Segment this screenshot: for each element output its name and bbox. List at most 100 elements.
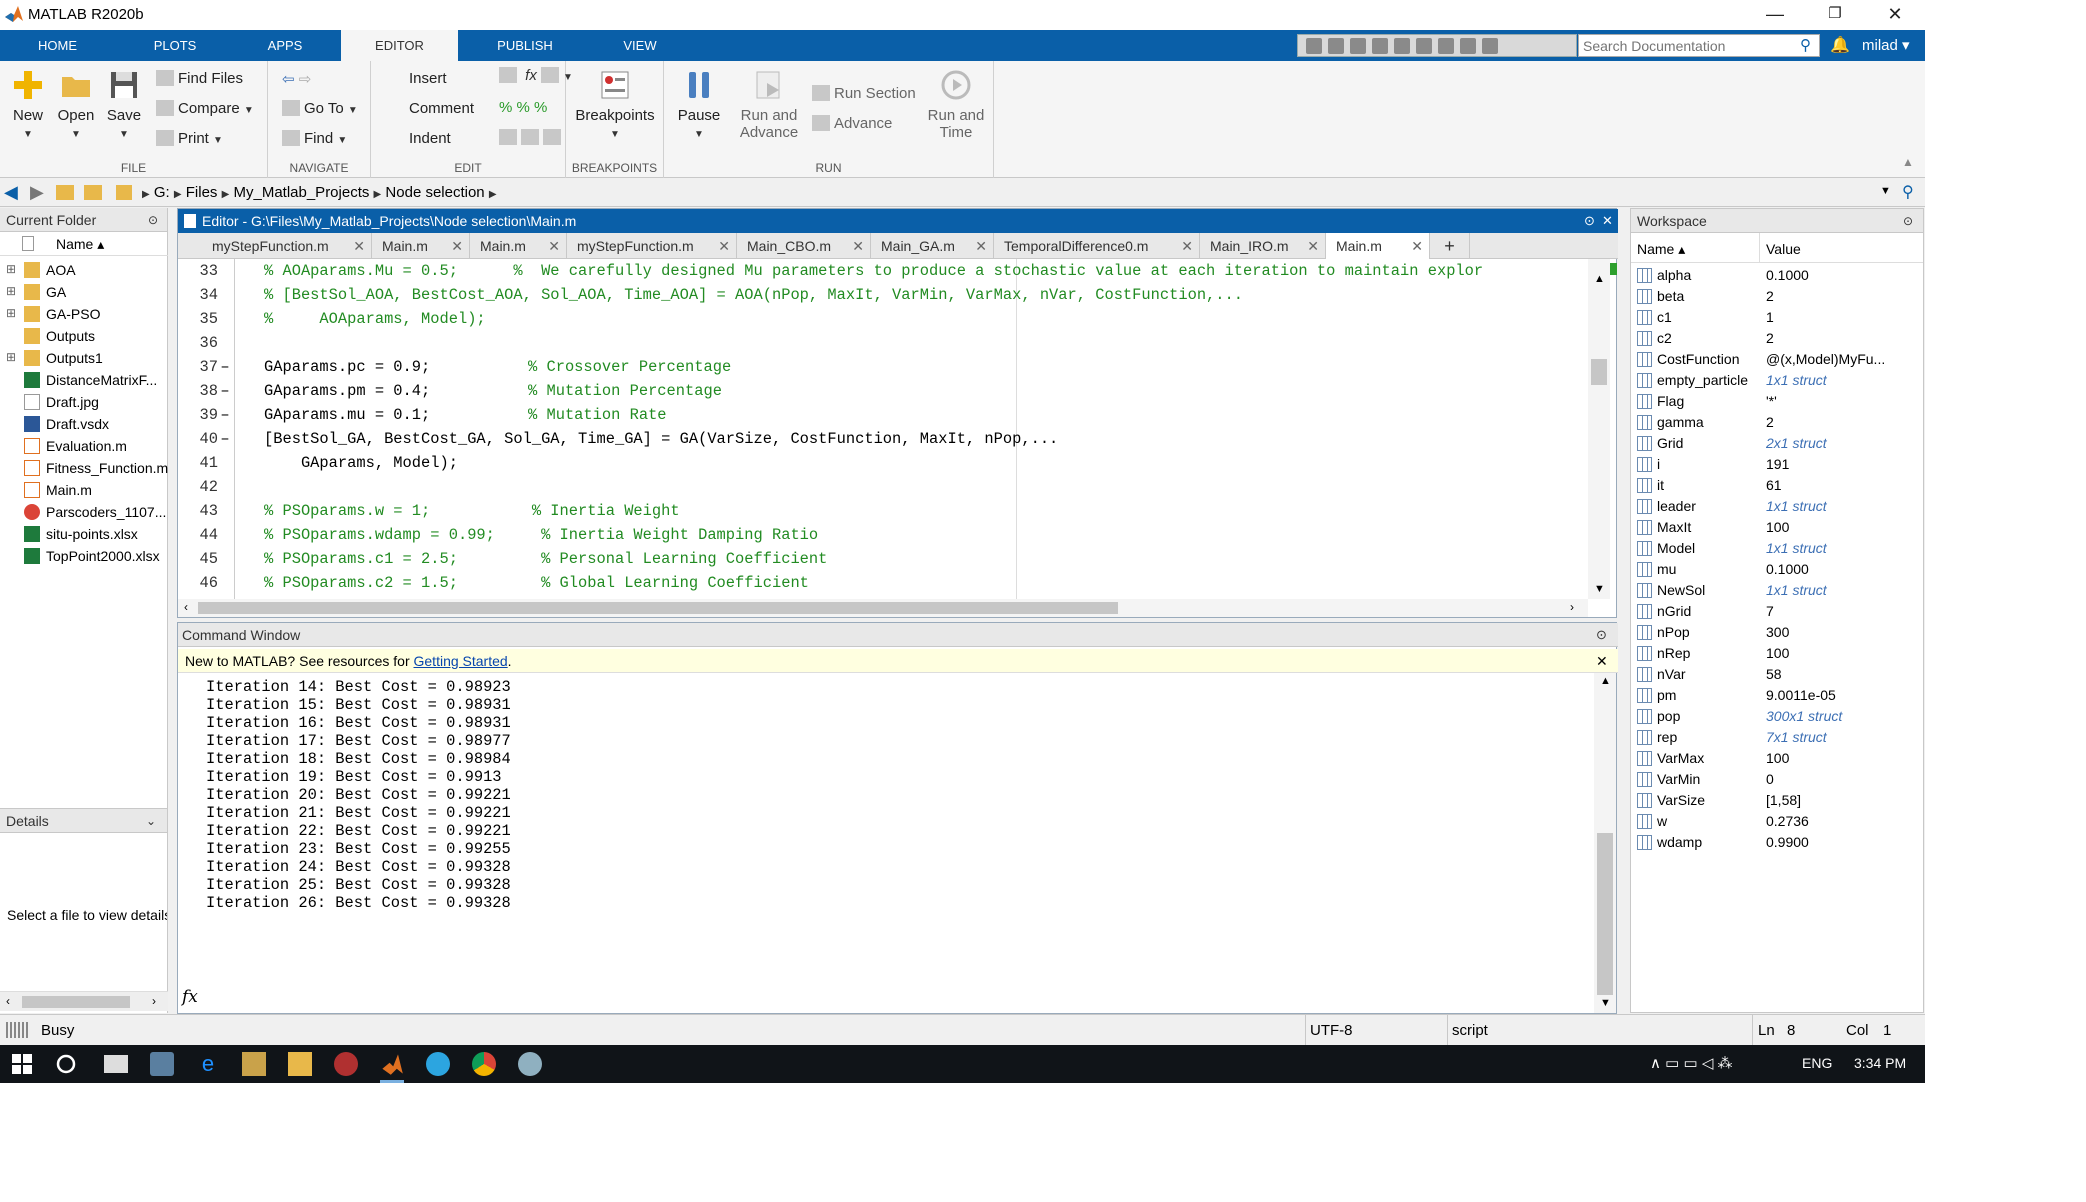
fx-icon[interactable]: fx bbox=[525, 67, 537, 84]
workspace-variable-row[interactable]: pm 9.0011e-05 bbox=[1631, 685, 1923, 706]
line-number[interactable]: 35 bbox=[178, 307, 218, 331]
collapse-ribbon-icon[interactable]: ▲ bbox=[1902, 155, 1914, 169]
expand-icon[interactable]: ⊞ bbox=[6, 262, 16, 276]
workspace-variable-row[interactable]: i 191 bbox=[1631, 454, 1923, 475]
restore-button[interactable]: ❐ bbox=[1805, 0, 1865, 30]
save-button[interactable]: Save ▼ bbox=[102, 69, 146, 141]
increase-indent-icon[interactable] bbox=[521, 129, 539, 145]
open-button[interactable]: Open ▼ bbox=[54, 69, 98, 141]
workspace-variable-row[interactable]: empty_particle 1x1 struct bbox=[1631, 370, 1923, 391]
crumb-drive[interactable]: G: bbox=[154, 184, 170, 201]
workspace-variable-row[interactable]: pop 300x1 struct bbox=[1631, 706, 1923, 727]
pause-button[interactable]: Pause ▼ bbox=[674, 69, 724, 141]
workspace-variable-row[interactable]: alpha 0.1000 bbox=[1631, 265, 1923, 286]
folder-hscrollbar[interactable]: ‹ › bbox=[0, 991, 168, 1011]
workspace-variable-row[interactable]: w 0.2736 bbox=[1631, 811, 1923, 832]
undo-icon[interactable] bbox=[1394, 37, 1410, 54]
indent-button[interactable]: Indent bbox=[409, 130, 451, 147]
close-button[interactable]: ✕ bbox=[1865, 0, 1925, 30]
close-tab-icon[interactable]: ✕ bbox=[1307, 233, 1319, 259]
name-column-header[interactable]: Name ▴ bbox=[1637, 241, 1685, 258]
code-line[interactable]: 38– GAparams.pm = 0.4; % Mutation Percenta… bbox=[178, 379, 1588, 403]
workspace-variable-row[interactable]: Model 1x1 struct bbox=[1631, 538, 1923, 559]
workspace-variable-row[interactable]: leader 1x1 struct bbox=[1631, 496, 1923, 517]
file-item[interactable]: Fitness_Function.m bbox=[24, 460, 168, 476]
app-icon[interactable] bbox=[242, 1052, 266, 1076]
editor-tab[interactable]: Main.m ✕ bbox=[470, 233, 567, 259]
file-item[interactable]: Draft.vsdx bbox=[24, 416, 109, 432]
app-icon[interactable] bbox=[150, 1052, 174, 1076]
wrap-comment-icon[interactable]: % bbox=[534, 99, 547, 116]
insert-function-icon[interactable] bbox=[541, 67, 560, 83]
line-number[interactable]: 40 bbox=[178, 427, 218, 451]
scroll-right-icon[interactable]: › bbox=[1570, 600, 1574, 614]
uncomment-icon[interactable]: % bbox=[517, 99, 530, 116]
code-line[interactable]: 34 % [BestSol_AOA, BestCost_AOA, Sol_AOA,… bbox=[178, 283, 1588, 307]
breakpoints-button[interactable]: Breakpoints ▼ bbox=[572, 69, 658, 141]
close-tab-icon[interactable]: ✕ bbox=[353, 233, 365, 259]
tab-publish[interactable]: PUBLISH bbox=[485, 30, 565, 61]
switch-windows-icon[interactable] bbox=[1438, 37, 1454, 54]
run-section-button[interactable]: Run Section bbox=[812, 85, 916, 102]
file-item[interactable]: Main.m bbox=[24, 482, 92, 498]
breakpoint-marker[interactable]: – bbox=[218, 427, 232, 451]
bell-icon[interactable]: 🔔 bbox=[1830, 35, 1850, 55]
code-line[interactable]: 35 % AOAparams, Model); bbox=[178, 307, 1588, 331]
crumb-files[interactable]: Files bbox=[186, 184, 218, 201]
tray-icons[interactable]: ∧ ▭ ▭ ◁ ⁂ bbox=[1650, 1054, 1733, 1072]
line-number[interactable]: 45 bbox=[178, 547, 218, 571]
line-number[interactable]: 33 bbox=[178, 259, 218, 283]
forward-arrow-icon[interactable]: ⇨ bbox=[299, 71, 312, 88]
editor-tab[interactable]: Main.m ✕ bbox=[372, 233, 470, 259]
scroll-left-icon[interactable]: ‹ bbox=[184, 600, 188, 614]
decrease-indent-icon[interactable] bbox=[543, 129, 561, 145]
workspace-variable-row[interactable]: nGrid 7 bbox=[1631, 601, 1923, 622]
folder-item[interactable]: GA-PSO bbox=[24, 306, 100, 322]
workspace-variable-row[interactable]: VarSize [1,58] bbox=[1631, 790, 1923, 811]
crumb-projects[interactable]: My_Matlab_Projects bbox=[233, 184, 369, 201]
editor-tab[interactable]: myStepFunction.m ✕ bbox=[567, 233, 737, 259]
address-search-icon[interactable]: ⚲ bbox=[1902, 182, 1914, 202]
editor-vscrollbar[interactable]: ▲ ▼ bbox=[1588, 259, 1610, 599]
edge-icon[interactable]: e bbox=[196, 1052, 220, 1076]
close-tab-icon[interactable]: ✕ bbox=[852, 233, 864, 259]
user-menu[interactable]: milad ▾ bbox=[1862, 36, 1910, 54]
comment-percent-icon[interactable]: % bbox=[499, 99, 512, 116]
scroll-thumb[interactable] bbox=[1597, 833, 1613, 995]
code-analyzer-ok-icon[interactable] bbox=[1610, 263, 1617, 275]
print-button[interactable]: Print ▼ bbox=[156, 130, 223, 147]
minimize-button[interactable]: — bbox=[1745, 0, 1805, 30]
breakpoint-marker[interactable]: – bbox=[218, 379, 232, 403]
editor-tab[interactable]: myStepFunction.m ✕ bbox=[202, 233, 372, 259]
scroll-thumb[interactable] bbox=[22, 996, 130, 1008]
editor-tab[interactable]: Main_IRO.m ✕ bbox=[1200, 233, 1326, 259]
comment-button[interactable]: Comment bbox=[409, 100, 474, 117]
workspace-variable-row[interactable]: nRep 100 bbox=[1631, 643, 1923, 664]
expand-icon[interactable]: ⊞ bbox=[6, 350, 16, 364]
workspace-variable-row[interactable]: it 61 bbox=[1631, 475, 1923, 496]
chevron-down-icon[interactable]: ⌄ bbox=[146, 809, 156, 833]
folder-item[interactable]: Outputs bbox=[24, 328, 95, 344]
community-icon[interactable] bbox=[1482, 37, 1498, 54]
file-explorer-icon[interactable] bbox=[288, 1052, 312, 1076]
editor-hscrollbar[interactable]: ‹ › bbox=[178, 599, 1588, 617]
line-number[interactable]: 44 bbox=[178, 523, 218, 547]
paste-icon[interactable] bbox=[1372, 37, 1388, 54]
cut-icon[interactable] bbox=[1328, 37, 1344, 54]
scroll-up-icon[interactable]: ▲ bbox=[1600, 675, 1611, 687]
folder-item[interactable]: Outputs1 bbox=[24, 350, 103, 366]
new-tab-plus-icon[interactable]: + bbox=[1430, 233, 1470, 259]
scroll-down-icon[interactable]: ▼ bbox=[1600, 997, 1611, 1009]
file-item[interactable]: situ-points.xlsx bbox=[24, 526, 138, 542]
workspace-variable-row[interactable]: MaxIt 100 bbox=[1631, 517, 1923, 538]
insert-section-icon[interactable] bbox=[499, 67, 517, 83]
tab-editor[interactable]: EDITOR bbox=[341, 30, 458, 61]
scroll-up-icon[interactable]: ▲ bbox=[1594, 273, 1605, 285]
code-line[interactable]: 39– GAparams.mu = 0.1; % Mutation Rate bbox=[178, 403, 1588, 427]
editor-tab[interactable]: TemporalDifference0.m ✕ bbox=[994, 233, 1200, 259]
scroll-down-icon[interactable]: ▼ bbox=[1594, 583, 1605, 595]
file-item[interactable]: Draft.jpg bbox=[24, 394, 99, 410]
compare-button[interactable]: Compare ▼ bbox=[156, 100, 254, 117]
editor-tab-active[interactable]: Main.m ✕ bbox=[1326, 233, 1430, 259]
up-folder-icon[interactable] bbox=[56, 185, 74, 200]
